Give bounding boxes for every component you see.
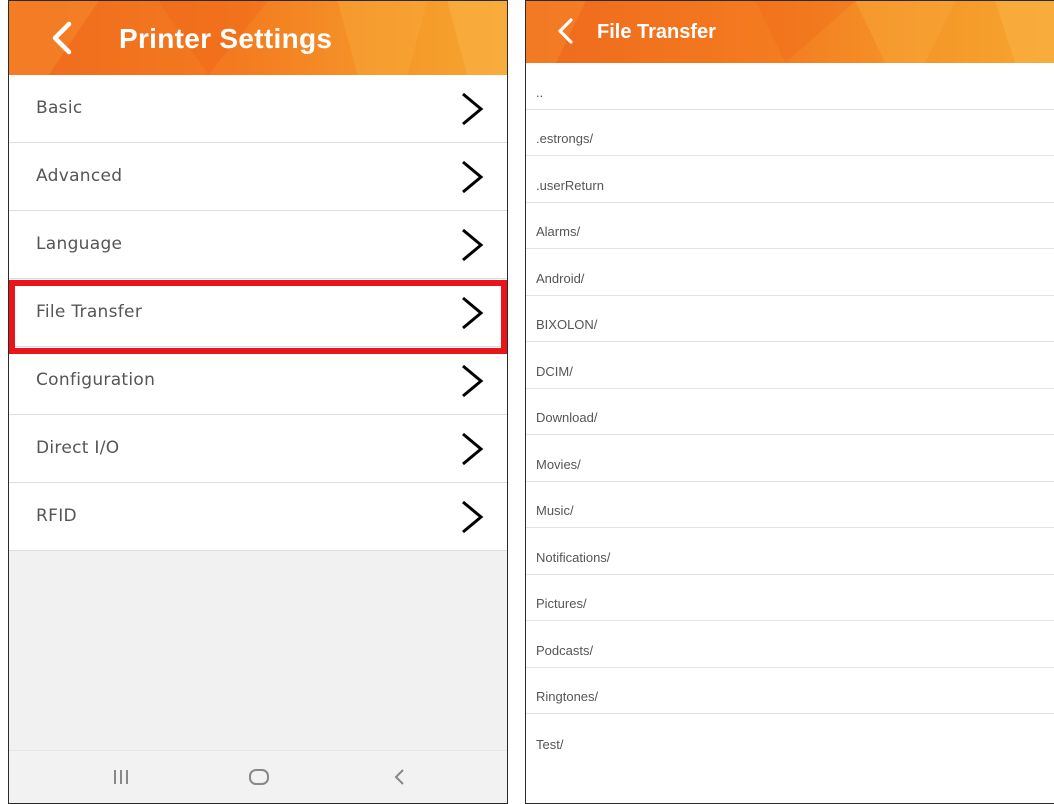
menu-item-rfid[interactable]: RFID — [9, 483, 507, 551]
chevron-right-icon — [462, 432, 484, 466]
file-row[interactable]: Movies/ — [526, 435, 1054, 482]
chevron-right-icon — [462, 296, 484, 330]
chevron-right-icon — [462, 500, 484, 534]
file-transfer-screen: File Transfer .. .estrongs/ .userReturn … — [525, 0, 1054, 804]
file-row[interactable]: .userReturn — [526, 156, 1054, 203]
file-name: Download/ — [536, 410, 598, 425]
file-name: .. — [536, 84, 544, 100]
menu-item-direct-io[interactable]: Direct I/O — [9, 415, 507, 483]
file-name: BIXOLON/ — [536, 317, 598, 332]
menu-item-basic[interactable]: Basic — [9, 75, 507, 143]
menu-item-label: Language — [36, 234, 123, 254]
chevron-right-icon — [462, 364, 484, 398]
menu-item-label: Configuration — [36, 370, 156, 390]
file-row[interactable]: Test/ — [526, 714, 1054, 761]
printer-settings-screen: Printer Settings Basic Advanced Language… — [8, 0, 508, 804]
file-name: .estrongs/ — [536, 131, 594, 146]
file-row[interactable]: Music/ — [526, 482, 1054, 528]
file-row[interactable]: Pictures/ — [526, 575, 1054, 621]
android-nav-bar — [9, 750, 507, 803]
menu-item-configuration[interactable]: Configuration — [9, 347, 507, 415]
file-row[interactable]: Download/ — [526, 389, 1054, 435]
file-name: Test/ — [536, 736, 564, 752]
page-title: Printer Settings — [119, 23, 333, 54]
menu-item-label: RFID — [36, 506, 77, 526]
file-name: Music/ — [536, 503, 574, 518]
menu-item-label: Basic — [36, 98, 83, 118]
menu-item-label: Direct I/O — [36, 438, 120, 458]
file-row[interactable]: Android/ — [526, 249, 1054, 296]
menu-item-file-transfer[interactable]: File Transfer — [9, 279, 507, 347]
printer-settings-header: Printer Settings — [9, 1, 507, 75]
file-name: Pictures/ — [536, 596, 587, 611]
file-name: Alarms/ — [536, 224, 581, 239]
file-row[interactable]: Notifications/ — [526, 528, 1054, 575]
file-name: Android/ — [536, 270, 585, 286]
file-name: Notifications/ — [536, 549, 611, 565]
back-icon[interactable] — [385, 764, 415, 790]
menu-item-label: File Transfer — [36, 302, 143, 322]
back-arrow-icon[interactable] — [43, 18, 83, 58]
chevron-right-icon — [462, 160, 484, 194]
file-name: .userReturn — [536, 177, 604, 193]
file-row[interactable]: .estrongs/ — [526, 110, 1054, 156]
home-icon[interactable] — [244, 764, 274, 790]
settings-menu: Basic Advanced Language File Transfer Co… — [9, 75, 507, 551]
file-row[interactable]: BIXOLON/ — [526, 296, 1054, 342]
file-row[interactable]: Ringtones/ — [526, 668, 1054, 714]
file-name: Podcasts/ — [536, 642, 594, 658]
chevron-right-icon — [462, 92, 484, 126]
recent-apps-icon[interactable] — [106, 764, 136, 790]
chevron-right-icon — [462, 228, 484, 262]
file-row[interactable]: Alarms/ — [526, 203, 1054, 249]
file-name: DCIM/ — [536, 363, 573, 379]
menu-item-advanced[interactable]: Advanced — [9, 143, 507, 211]
file-name: Movies/ — [536, 456, 581, 472]
file-name: Ringtones/ — [536, 689, 599, 704]
page-title: File Transfer — [597, 21, 716, 43]
menu-item-label: Advanced — [36, 166, 123, 186]
menu-item-language[interactable]: Language — [9, 211, 507, 279]
file-list: .. .estrongs/ .userReturn Alarms/ Androi… — [526, 63, 1054, 761]
file-transfer-header: File Transfer — [526, 1, 1054, 63]
file-row-parent[interactable]: .. — [526, 63, 1054, 110]
file-row[interactable]: DCIM/ — [526, 342, 1054, 389]
back-arrow-icon[interactable] — [550, 14, 584, 48]
file-row[interactable]: Podcasts/ — [526, 621, 1054, 668]
